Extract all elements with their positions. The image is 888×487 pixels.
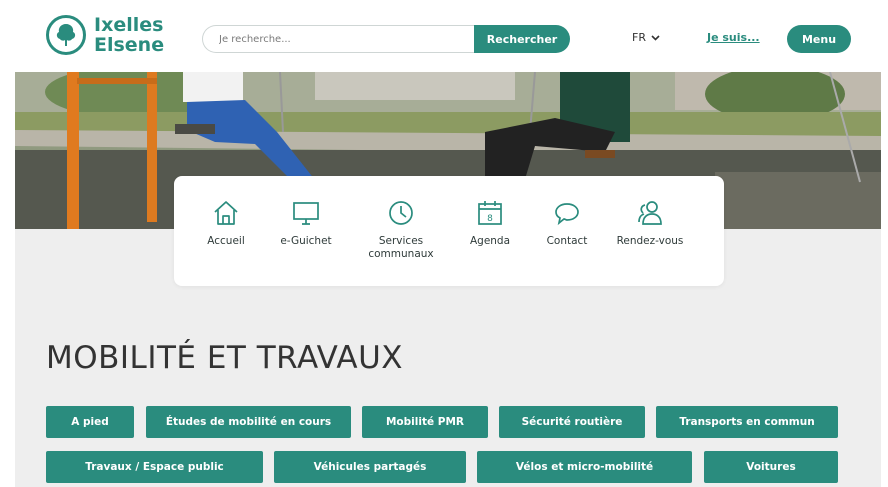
logo-line-1: Ixelles [94,14,164,36]
quick-link-label: Accueil [207,235,245,247]
chevron-down-icon [651,34,660,41]
category-transports-en-commun[interactable]: Transports en commun [656,406,838,438]
quick-link-services-communaux[interactable]: Services communaux [361,198,441,261]
chat-icon [555,203,579,226]
quick-link-label: Agenda [469,235,511,247]
calendar-day: 8 [487,214,493,224]
search-button[interactable]: Rechercher [474,25,570,53]
category-vehicules-partages[interactable]: Véhicules partagés [274,451,466,483]
search-input[interactable] [202,25,474,53]
quick-link-e-guichet[interactable]: e-Guichet [266,198,346,248]
category-voitures[interactable]: Voitures [704,451,838,483]
tree-icon [46,15,86,55]
logo-line-2: Elsene [94,34,165,56]
quick-link-label: Contact [546,235,588,247]
quick-link-agenda[interactable]: 8 Agenda [450,198,530,248]
quick-link-label: Services communaux [368,235,434,260]
home-icon [214,201,238,225]
language-label: FR [632,31,646,44]
monitor-icon [293,202,319,225]
category-a-pied[interactable]: A pied [46,406,134,438]
category-velos-micro-mobilite[interactable]: Vélos et micro-mobilité [477,451,692,483]
clock-icon [389,201,413,225]
language-selector[interactable]: FR [632,31,660,44]
site-logo[interactable]: Ixelles Elsene [46,15,164,55]
users-icon [638,201,662,225]
quick-link-rendez-vous[interactable]: Rendez-vous [610,198,690,248]
search-bar: Rechercher [202,25,570,53]
quick-link-contact[interactable]: Contact [527,198,607,248]
calendar-icon: 8 [478,201,502,225]
quick-link-label: e-Guichet [280,235,332,247]
category-mobilite-pmr[interactable]: Mobilité PMR [362,406,488,438]
page-title: MOBILITÉ ET TRAVAUX [46,340,404,376]
category-travaux-espace-public[interactable]: Travaux / Espace public [46,451,263,483]
je-suis-link[interactable]: Je suis... [707,31,760,44]
quick-links-card: Accueil e-Guichet Services communaux 8 A… [174,176,724,286]
site-header: Ixelles Elsene Rechercher FR Je suis... … [0,0,888,72]
quick-link-accueil[interactable]: Accueil [186,198,266,248]
quick-link-label: Rendez-vous [616,235,684,247]
category-etudes-mobilite[interactable]: Études de mobilité en cours [146,406,351,438]
logo-text: Ixelles Elsene [94,15,164,55]
menu-button[interactable]: Menu [787,25,851,53]
category-securite-routiere[interactable]: Sécurité routière [499,406,645,438]
